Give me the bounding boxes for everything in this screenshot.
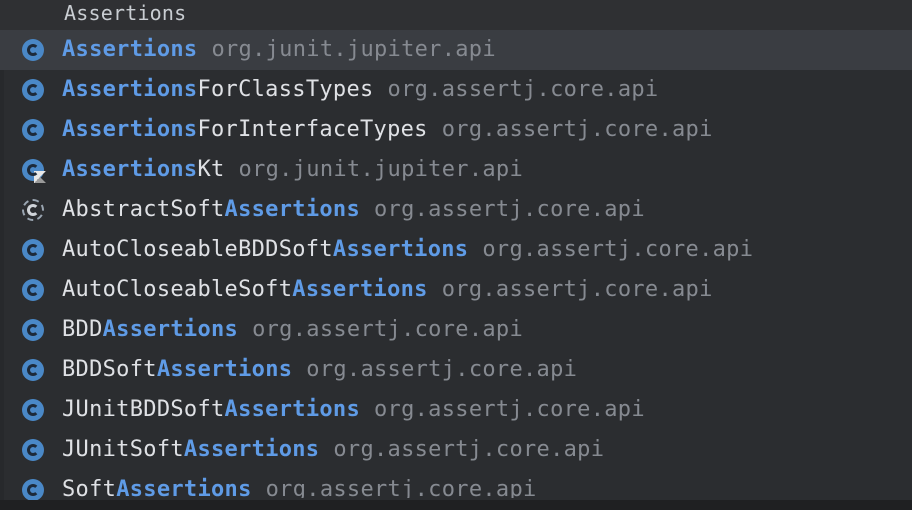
search-header: Assertions xyxy=(0,0,912,33)
completion-item[interactable]: AssertionsKt org.junit.jupiter.api xyxy=(0,150,912,190)
package-name: org.assertj.core.api xyxy=(441,117,713,142)
completion-item-label: AssertionsForClassTypes org.assertj.core.… xyxy=(62,76,658,104)
package-name: org.assertj.core.api xyxy=(482,237,754,262)
class-name-text: BDDSoft xyxy=(62,357,157,382)
package-name: org.assertj.core.api xyxy=(374,197,645,222)
completion-item-label: SoftAssertions org.assertj.core.api xyxy=(62,476,537,498)
completion-item-label: JUnitBDDSoftAssertions org.assertj.core.a… xyxy=(62,396,645,424)
package-name: org.assertj.core.api xyxy=(387,77,659,102)
matched-text: Assertions xyxy=(102,317,239,342)
completion-item-label: AssertionsForInterfaceTypes org.assertj.c… xyxy=(62,116,713,144)
matched-text: Assertions xyxy=(62,77,198,102)
class-name-text: AutoCloseableBDDSoft xyxy=(62,237,333,262)
matched-text: Assertions xyxy=(292,277,428,302)
class-name-text: ForInterfaceTypes xyxy=(197,117,428,142)
package-name: org.assertj.core.api xyxy=(333,437,605,462)
class-icon xyxy=(22,279,44,301)
class-name-text: JUnitBDDSoft xyxy=(62,397,225,422)
package-name: org.assertj.core.api xyxy=(306,357,578,382)
class-name-text: AutoCloseableSoft xyxy=(62,277,293,302)
class-icon xyxy=(22,479,44,501)
package-name: org.assertj.core.api xyxy=(252,317,523,342)
kotlin-badge-icon xyxy=(34,171,46,183)
completion-item-label: JUnitSoftAssertions org.assertj.core.api xyxy=(62,436,604,464)
completion-item-label: BDDAssertions org.assertj.core.api xyxy=(62,316,523,344)
class-icon xyxy=(22,439,44,461)
matched-text: Assertions xyxy=(332,237,469,262)
abstract-class-icon xyxy=(22,199,44,221)
completion-item-label: AbstractSoftAssertions org.assertj.core.a… xyxy=(62,196,645,224)
completion-item[interactable]: AssertionsForClassTypes org.assertj.core.… xyxy=(0,70,912,110)
package-name: org.junit.jupiter.api xyxy=(211,37,496,62)
matched-text: Assertions xyxy=(183,437,320,462)
package-name: org.junit.jupiter.api xyxy=(238,157,523,182)
package-name: org.assertj.core.api xyxy=(374,397,645,422)
class-icon xyxy=(22,319,44,341)
completion-list: Assertions org.junit.jupiter.api Assertion… xyxy=(0,30,912,510)
class-icon xyxy=(22,359,44,381)
class-name-text: JUnitSoft xyxy=(62,437,184,462)
search-query: Assertions xyxy=(64,1,187,25)
completion-item-label: AutoCloseableSoftAssertions org.assertj.c… xyxy=(62,276,713,304)
completion-item[interactable]: JUnitSoftAssertions org.assertj.core.api xyxy=(0,430,912,470)
completion-item-label: Assertions org.junit.jupiter.api xyxy=(62,36,496,64)
class-icon xyxy=(22,79,44,101)
completion-item[interactable]: BDDAssertions org.assertj.core.api xyxy=(0,310,912,350)
matched-text: Assertions xyxy=(156,357,293,382)
class-name-text: ForClassTypes xyxy=(197,77,374,102)
completion-item-label: BDDSoftAssertions org.assertj.core.api xyxy=(62,356,577,384)
package-name: org.assertj.core.api xyxy=(265,477,537,498)
class-name-text: BDD xyxy=(62,317,103,342)
completion-item[interactable]: Assertions org.junit.jupiter.api xyxy=(0,30,912,70)
matched-text: Assertions xyxy=(116,477,252,498)
popup-bottom-edge xyxy=(0,500,912,510)
completion-item[interactable]: AbstractSoftAssertions org.assertj.core.a… xyxy=(0,190,912,230)
completion-popup: Assertions Assertions org.junit.jupiter.a… xyxy=(0,0,912,510)
matched-text: Assertions xyxy=(62,37,198,62)
matched-text: Assertions xyxy=(224,197,360,222)
completion-item-label: AssertionsKt org.junit.jupiter.api xyxy=(62,156,523,184)
class-icon xyxy=(22,39,44,61)
completion-item[interactable]: JUnitBDDSoftAssertions org.assertj.core.a… xyxy=(0,390,912,430)
completion-item[interactable]: AutoCloseableBDDSoftAssertions org.assert… xyxy=(0,230,912,270)
class-name-text: AbstractSoft xyxy=(62,197,225,222)
class-icon xyxy=(22,119,44,141)
completion-item[interactable]: AutoCloseableSoftAssertions org.assertj.c… xyxy=(0,270,912,310)
completion-item-label: AutoCloseableBDDSoftAssertions org.assert… xyxy=(62,236,753,264)
matched-text: Assertions xyxy=(62,157,198,182)
matched-text: Assertions xyxy=(224,397,360,422)
class-icon xyxy=(22,399,44,421)
matched-text: Assertions xyxy=(62,117,198,142)
package-name: org.assertj.core.api xyxy=(441,277,713,302)
class-name-text: Kt xyxy=(197,157,225,182)
completion-item[interactable]: AssertionsForInterfaceTypes org.assertj.c… xyxy=(0,110,912,150)
completion-item[interactable]: BDDSoftAssertions org.assertj.core.api xyxy=(0,350,912,390)
class-name-text: Soft xyxy=(62,477,117,498)
class-icon xyxy=(22,239,44,261)
kotlin-class-icon xyxy=(22,159,46,183)
